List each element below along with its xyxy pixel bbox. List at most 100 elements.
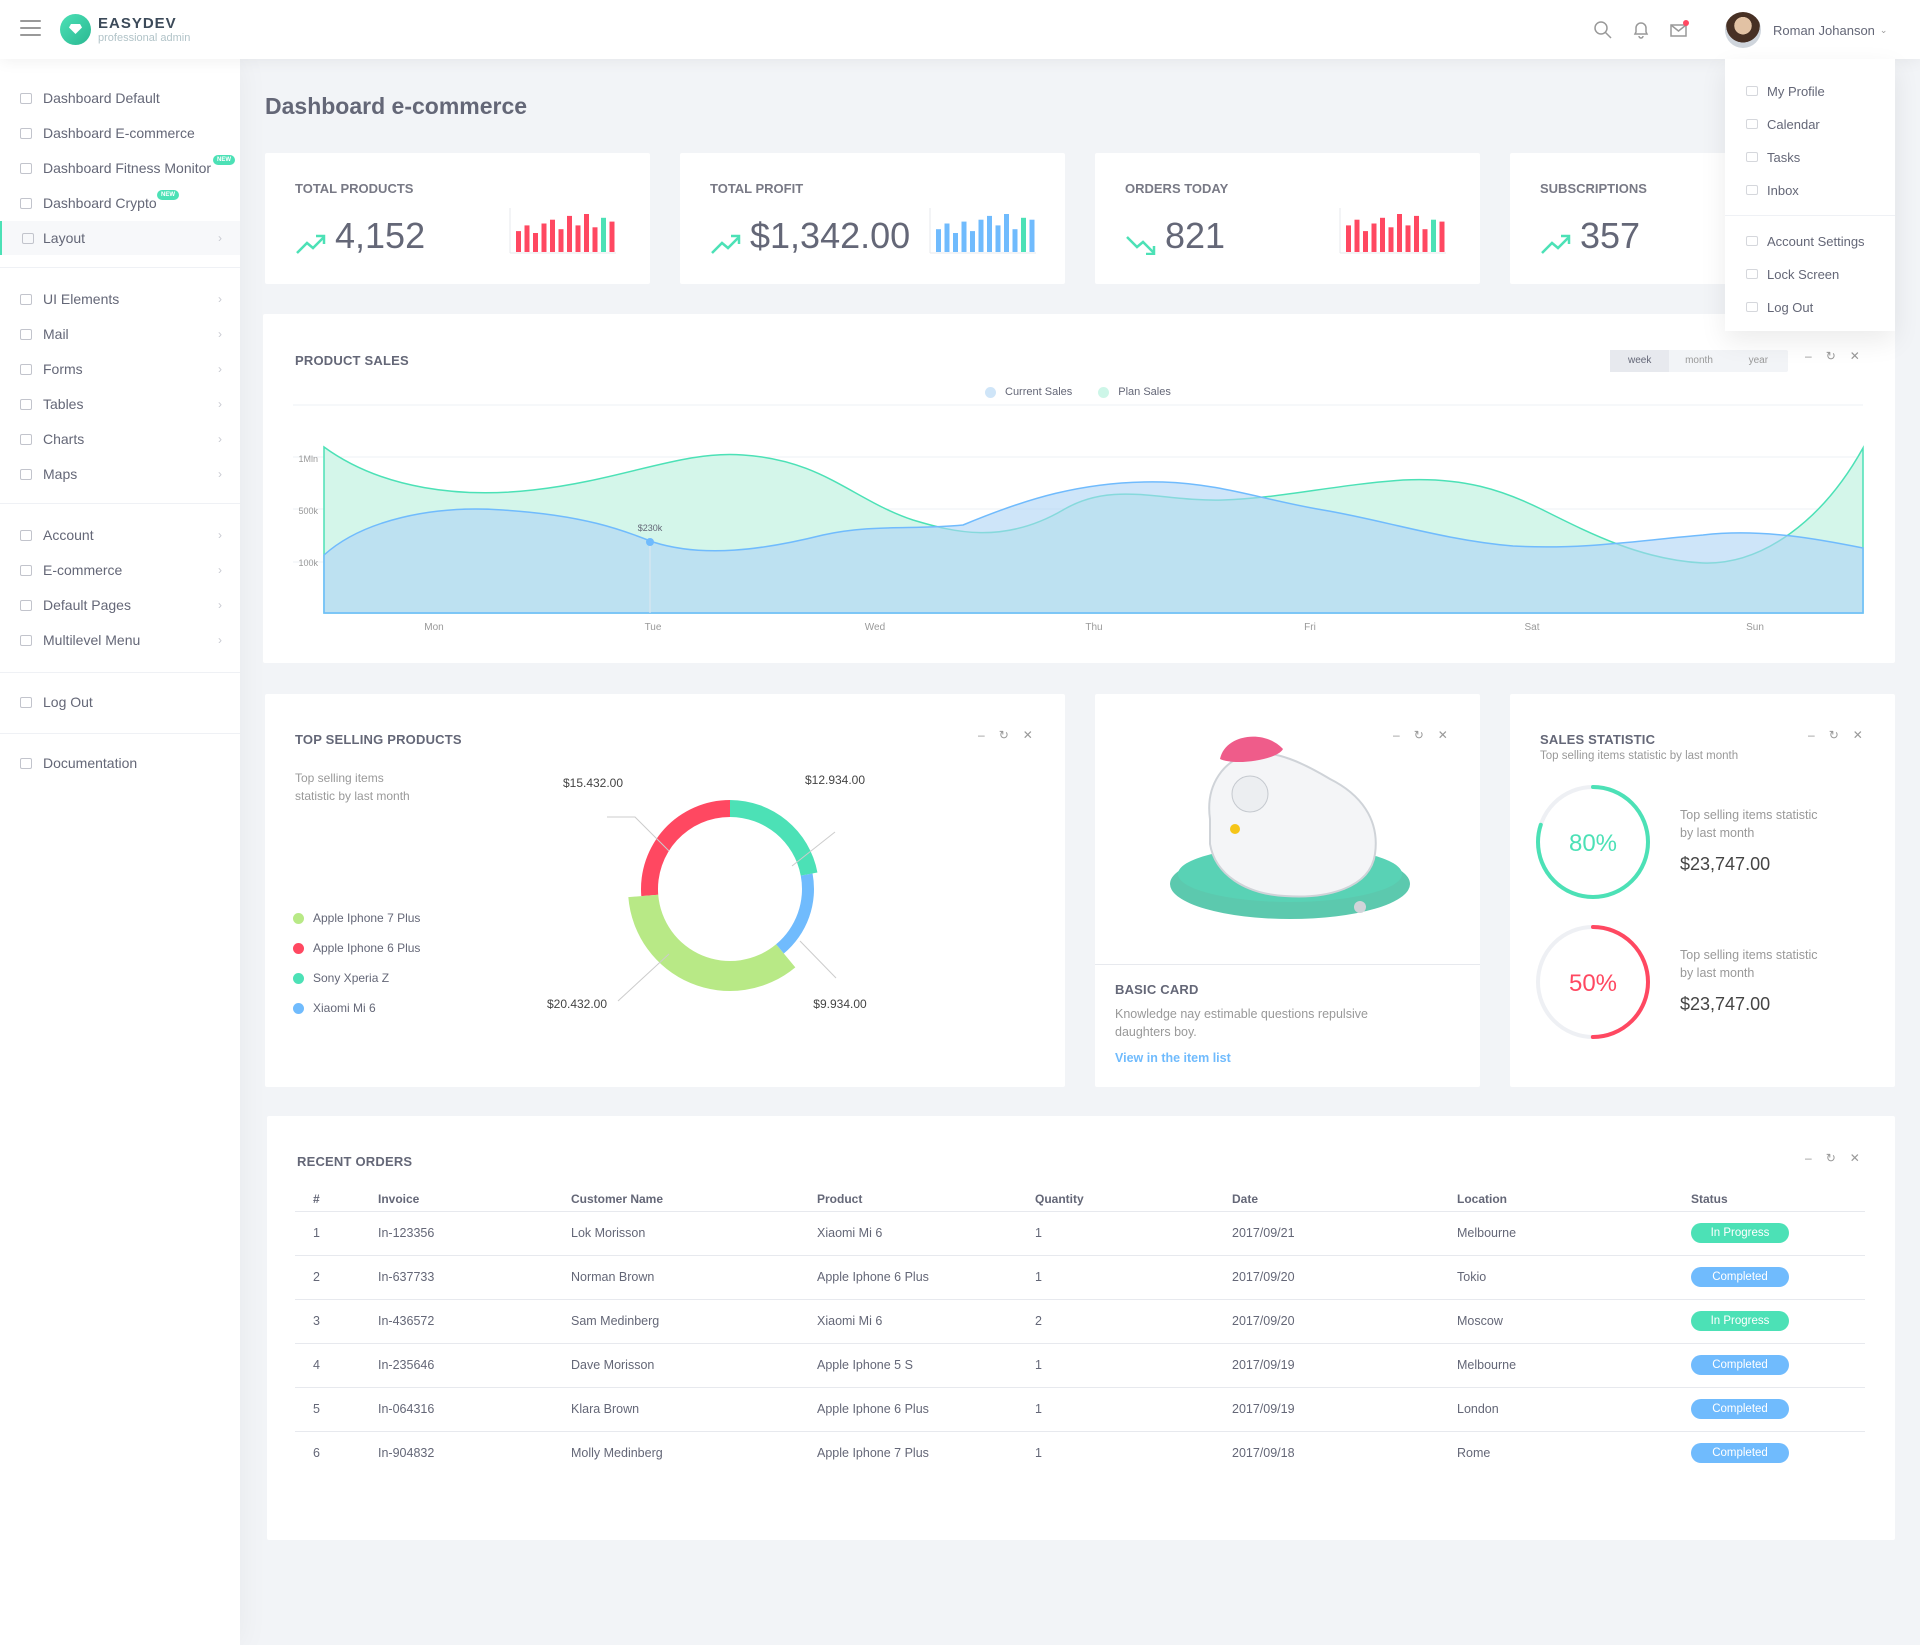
- sidebar-item-label: Mail: [43, 326, 69, 342]
- sidebar-item-dashboard-crypto[interactable]: Dashboard Crypto NEW: [0, 186, 240, 220]
- sidebar-item-default-pages[interactable]: Default Pages ›: [0, 588, 240, 622]
- kpi-title: Subscriptions: [1540, 181, 1647, 196]
- refresh-icon[interactable]: ↻: [999, 728, 1009, 742]
- kpi-value: 821: [1165, 215, 1226, 256]
- refresh-icon[interactable]: ↻: [1826, 1151, 1836, 1165]
- tab-week[interactable]: week: [1610, 350, 1670, 372]
- legend-item: Apple Iphone 7 Plus: [293, 911, 420, 925]
- sidebar-item-dashboard-ecommerce[interactable]: Dashboard E-commerce: [0, 116, 240, 150]
- kpi-bar: [1422, 229, 1428, 252]
- table-body: 1 In-123356 Lok Morisson Xiaomi Mi 6 1 2017/0…: [295, 1210, 1865, 1475]
- legend-dot: [293, 942, 304, 954]
- panel-subtitle: Top selling items statistic by last mont…: [1540, 750, 1739, 762]
- divider: [0, 733, 240, 734]
- new-badge: NEW: [157, 190, 179, 200]
- close-icon[interactable]: ✕: [1023, 728, 1033, 742]
- kpi-bar: [541, 223, 547, 252]
- sales-statistic-panel: Sales Statistic Top selling items statis…: [1510, 694, 1895, 1087]
- table-row[interactable]: 5 In-064316 Klara Brown Apple Iphone 6 Plus…: [295, 1386, 1865, 1431]
- leader-line: [617, 953, 670, 1002]
- chevron-right-icon: ›: [218, 397, 222, 411]
- menu-toggle-icon[interactable]: [20, 20, 41, 36]
- sidebar-item-charts[interactable]: Charts ›: [0, 422, 240, 456]
- kpi-value: $1,342.00: [750, 215, 911, 256]
- sidebar-item-label: Dashboard Fitness Monitor: [43, 160, 212, 176]
- table-cell: In-235646: [378, 1342, 571, 1387]
- sidebar-item-label: UI Elements: [43, 291, 120, 307]
- table-row[interactable]: 2 In-637733 Norman Brown Apple Iphone 6 Plu…: [295, 1254, 1865, 1299]
- sidebar-item-dashboard-default[interactable]: Dashboard Default: [0, 81, 240, 115]
- minimize-icon[interactable]: –: [1805, 349, 1812, 363]
- search-icon[interactable]: [1593, 20, 1613, 40]
- mail-icon[interactable]: [1669, 20, 1689, 40]
- menu-item-lock-screen[interactable]: Lock Screen: [1725, 258, 1895, 291]
- table-cell: Apple Iphone 6 Plus: [817, 1386, 1035, 1431]
- close-icon[interactable]: ✕: [1438, 728, 1448, 742]
- menu-item-tasks[interactable]: Tasks: [1725, 141, 1895, 174]
- refresh-icon[interactable]: ↻: [1826, 349, 1836, 363]
- close-icon[interactable]: ✕: [1850, 349, 1860, 363]
- menu-item-account-settings[interactable]: Account Settings: [1725, 225, 1895, 258]
- trend-down-icon: [1126, 236, 1156, 255]
- tab-year[interactable]: year: [1729, 350, 1788, 372]
- table-row[interactable]: 4 In-235646 Dave Morisson Apple Iphone 5 S1…: [295, 1342, 1865, 1387]
- kpi-bar: [944, 223, 950, 252]
- legend-dot: [293, 912, 304, 924]
- sidebar-item-forms[interactable]: Forms ›: [0, 352, 240, 386]
- kpi-bar: [516, 231, 521, 252]
- table-row[interactable]: 6 In-904832 Molly Medinberg Apple Iphone 7 …: [295, 1430, 1865, 1475]
- menu-item-my-profile[interactable]: My Profile: [1725, 75, 1895, 108]
- table-row[interactable]: 3 In-436572 Sam Medinberg Xiaomi Mi 6 2 2017/…: [295, 1298, 1865, 1343]
- bell-icon[interactable]: [1631, 20, 1651, 40]
- sidebar-item-label: E-commerce: [43, 562, 123, 578]
- product-sales-chart: $230k 1Mln 500k 100k Mon Tue Wed Thu Fri…: [293, 404, 1864, 633]
- panel-title: Product Sales: [295, 353, 409, 368]
- close-icon[interactable]: ✕: [1853, 728, 1863, 742]
- sidebar-item-maps[interactable]: Maps ›: [0, 457, 240, 491]
- refresh-icon[interactable]: ↻: [1829, 728, 1839, 742]
- kpi-bar: [1397, 214, 1402, 252]
- user-menu-toggle[interactable]: Roman Johanson ⌄: [1725, 12, 1887, 48]
- table-cell: 4: [295, 1342, 378, 1387]
- table-cell: 1: [295, 1210, 378, 1255]
- close-icon[interactable]: ✕: [1850, 1151, 1860, 1165]
- view-item-list-link[interactable]: View in the item list: [1115, 1051, 1231, 1065]
- sidebar-item-ecommerce[interactable]: E-commerce ›: [0, 553, 240, 587]
- sidebar-item-multilevel-menu[interactable]: Multilevel Menu ›: [0, 623, 240, 657]
- tab-month[interactable]: month: [1669, 350, 1728, 372]
- sidebar-item-label: Account: [43, 527, 94, 543]
- progress-ring: 50%: [1536, 925, 1650, 1039]
- refresh-icon[interactable]: ↻: [1414, 728, 1424, 742]
- sidebar-item-log-out[interactable]: Log Out: [0, 685, 240, 719]
- sidebar-item-label: Maps: [43, 466, 78, 482]
- slice-label: $12.934.00: [805, 773, 865, 787]
- menu-item-log-out[interactable]: Log Out: [1725, 291, 1895, 324]
- sidebar-item-ui-elements[interactable]: UI Elements ›: [0, 282, 240, 316]
- x-tick-label: Wed: [865, 622, 885, 633]
- table-cell: 6: [295, 1430, 378, 1475]
- table-cell: Klara Brown: [571, 1386, 817, 1431]
- table-cell: Molly Medinberg: [571, 1430, 817, 1475]
- chart-legend: Current Sales Plan Sales: [985, 386, 1171, 398]
- table-row[interactable]: 1 In-123356 Lok Morisson Xiaomi Mi 6 1 2017/0…: [295, 1210, 1865, 1255]
- minimize-icon[interactable]: –: [978, 728, 985, 742]
- sidebar-item-tables[interactable]: Tables ›: [0, 387, 240, 421]
- minimize-icon[interactable]: –: [1805, 1151, 1812, 1165]
- minimize-icon[interactable]: –: [1808, 728, 1815, 742]
- x-tick-label: Sat: [1524, 622, 1539, 633]
- menu-item-inbox[interactable]: Inbox: [1725, 174, 1895, 207]
- sidebar-item-layout[interactable]: Layout ›: [0, 221, 240, 255]
- sidebar-item-dashboard-fitness[interactable]: Dashboard Fitness Monitor NEW: [0, 151, 240, 185]
- status-badge: In Progress: [1691, 1311, 1789, 1331]
- sidebar-item-documentation[interactable]: Documentation: [0, 746, 240, 780]
- table-cell: Melbourne: [1457, 1342, 1691, 1387]
- divider: [1725, 215, 1895, 216]
- orders-table: # Invoice Customer Name Product Quantity Date…: [295, 1187, 1865, 1475]
- sidebar-item-mail[interactable]: Mail ›: [0, 317, 240, 351]
- menu-item-calendar[interactable]: Calendar: [1725, 108, 1895, 141]
- lock-icon: [1746, 269, 1758, 279]
- table-cell: 5: [295, 1386, 378, 1431]
- legend-label: Sony Xperia Z: [313, 971, 390, 985]
- sidebar-item-account[interactable]: Account ›: [0, 518, 240, 552]
- tooltip-label: $230k: [638, 523, 663, 533]
